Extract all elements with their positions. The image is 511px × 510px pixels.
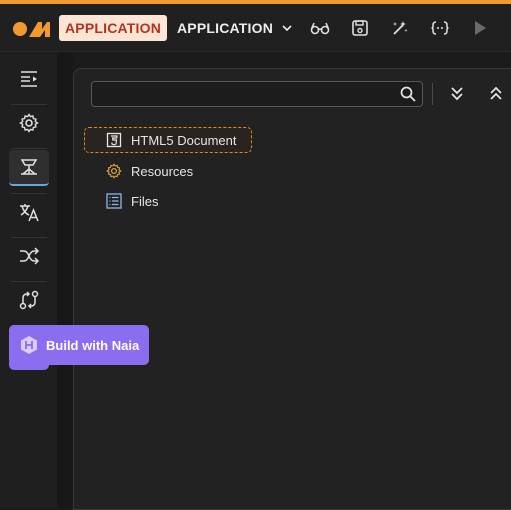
file-list-icon <box>105 192 123 210</box>
tree-item-label: Files <box>131 193 159 209</box>
naia-logo-icon <box>18 334 40 356</box>
html5-icon <box>105 131 123 149</box>
sidebar-divider <box>11 148 47 149</box>
outline-list-icon <box>21 71 37 87</box>
search-icon[interactable] <box>400 86 416 102</box>
search-input[interactable] <box>98 84 388 104</box>
shuffle-icon <box>20 247 40 265</box>
tree-item-html5-document[interactable]: HTML5 Document <box>84 127 253 153</box>
panel-gutter <box>57 53 73 508</box>
play-icon[interactable] <box>469 17 491 39</box>
settings-gear-icon <box>19 113 39 133</box>
gear-icon <box>105 162 123 180</box>
workflow-icon <box>19 290 39 310</box>
toolbar-divider <box>432 83 433 105</box>
application-badge[interactable]: APPLICATION <box>59 15 168 41</box>
structure-tree-icon <box>20 159 38 175</box>
translate-icon <box>20 204 39 222</box>
tree-item-resources[interactable]: Resources <box>105 158 193 184</box>
application-selector[interactable]: APPLICATION <box>177 15 293 41</box>
build-with-naia-button[interactable]: Build with Naia <box>9 325 149 365</box>
sidebar-item-settings[interactable] <box>9 105 49 141</box>
naia-button-label: Build with Naia <box>46 337 140 353</box>
structure-panel: HTML5 Document Resources Files <box>73 68 511 510</box>
tree-item-label: Resources <box>131 163 194 179</box>
chevron-down-icon <box>282 25 292 32</box>
header-toolbar: APPLICATION APPLICATION <box>0 4 511 52</box>
collapse-all-icon[interactable] <box>487 84 505 102</box>
save-icon[interactable] <box>349 17 371 39</box>
tree-item-label: HTML5 Document <box>131 132 237 148</box>
expand-all-icon[interactable] <box>448 84 466 102</box>
left-sidebar <box>0 53 57 508</box>
logo-icon <box>13 22 50 37</box>
sidebar-item-structure[interactable] <box>9 150 49 186</box>
code-braces-icon[interactable] <box>429 17 451 39</box>
magic-wand-icon[interactable] <box>389 17 411 39</box>
preview-glasses-icon[interactable] <box>309 17 331 39</box>
tree-item-files[interactable]: Files <box>105 188 158 214</box>
search-box[interactable] <box>91 81 423 107</box>
sidebar-item-workflow[interactable] <box>9 282 49 318</box>
sidebar-item-shuffle[interactable] <box>9 238 49 274</box>
sidebar-item-outline[interactable] <box>9 61 49 97</box>
sidebar-item-translate[interactable] <box>9 194 49 230</box>
application-selector-label: APPLICATION <box>177 20 274 36</box>
